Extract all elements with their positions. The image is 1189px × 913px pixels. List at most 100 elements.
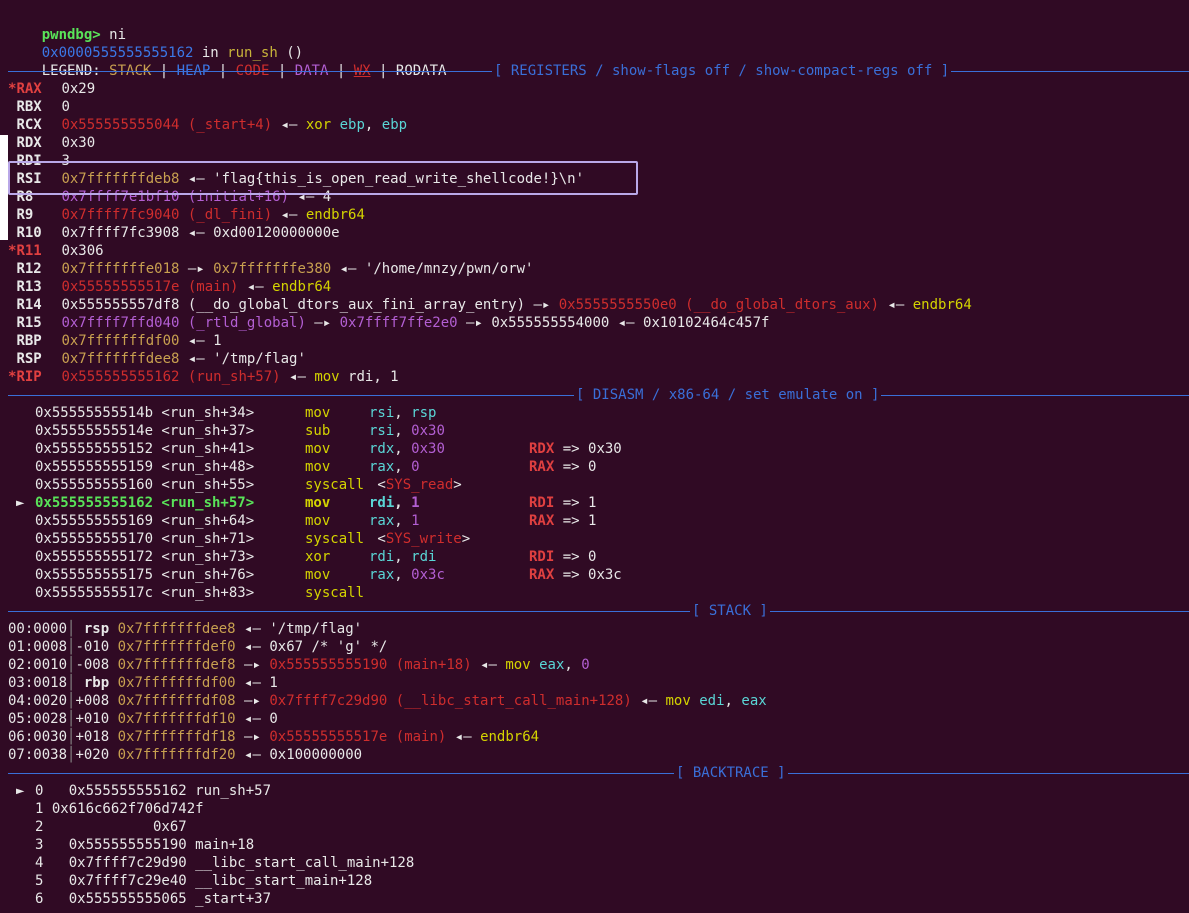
register-value: 0x306 <box>61 243 104 259</box>
register-value: ◂— '/home/mnzy/pwn/orw' <box>331 261 534 277</box>
disasm-opcode: syscall <box>305 585 365 601</box>
disasm-operand: 0x30 <box>411 441 445 457</box>
stack-value: 0x7fffffffdf18 <box>117 729 236 745</box>
disasm-opcode: mov <box>305 459 331 475</box>
stack-offset: +018 <box>75 729 110 745</box>
stack-index: 04:0020 <box>8 693 68 709</box>
backtrace-frame: 2 0x67 <box>16 818 187 836</box>
backtrace-frame: 3 0x555555555190 main+18 <box>16 836 254 854</box>
register-value: ebp <box>381 117 408 133</box>
register-value: 0x30 <box>61 135 96 151</box>
register-value: 0x7ffff7fc3908 ◂— 0xd00120000000e <box>61 225 340 241</box>
register-value: rdi, 1 <box>339 369 399 385</box>
registers-title: [ REGISTERS / show-flags off / show-comp… <box>492 62 952 80</box>
stack-offset: -008 <box>75 657 110 673</box>
disasm-header: [ DISASM / x86-64 / set emulate on ] <box>0 386 1189 404</box>
register-row: RSP 0x7fffffffdee8 ◂— '/tmp/flag' <box>8 350 305 368</box>
register-value: 0x7fffffffe380 <box>213 261 332 277</box>
registers-header: [ REGISTERS / show-flags off / show-comp… <box>0 62 1189 80</box>
disasm-address: 0x555555555159 <run_sh+48> <box>35 459 255 475</box>
stack-offset: -010 <box>75 639 110 655</box>
disasm-opcode: syscall <box>305 477 365 493</box>
disasm-operands: rax, 0 <box>369 458 529 476</box>
register-value: endbr64 <box>272 279 332 295</box>
stack-index: 00:0000 <box>8 621 68 637</box>
register-value: 0x555555555044 (_start+4) <box>61 117 273 133</box>
stack-value <box>691 693 699 709</box>
location-line: 0x0000555555555162 in run_sh () <box>8 26 303 61</box>
disasm-row: 0x555555555175 <run_sh+76> mov rax, 0x3c RA… <box>16 566 622 584</box>
stack-row: 03:0018│ rbp 0x7fffffffdf00 ◂— 1 <box>8 674 278 692</box>
backtrace-frame: 6 0x555555555065 _start+37 <box>16 890 271 908</box>
register-value: , <box>364 117 382 133</box>
stack-row: 00:0000│ rsp 0x7fffffffdee8 ◂— '/tmp/fla… <box>8 620 362 638</box>
disasm-operands: rdi, rdi <box>369 548 529 566</box>
current-instruction-marker <box>16 584 35 602</box>
disasm-opcode: syscall <box>305 531 365 547</box>
disasm-row-current: ► 0x555555555162 <run_sh+57> mov rdi, 1 RDI … <box>16 494 596 512</box>
stack-gap <box>109 657 117 673</box>
stack-value: , <box>564 657 582 673</box>
register-value: 0x555555555162 (run_sh+57) <box>61 369 281 385</box>
prompt-line: pwndbg> ni <box>8 8 126 43</box>
disasm-operands: rsi, rsp <box>369 404 529 422</box>
stack-value: ◂— 0 <box>235 711 278 727</box>
register-changed-mark: * <box>8 369 17 385</box>
disasm-operand: rax <box>369 459 395 475</box>
current-instruction-marker <box>16 422 35 440</box>
register-value: ebp <box>339 117 365 133</box>
register-value: 0x555555557df8 (__do_global_dtors_aux_fi… <box>61 297 559 313</box>
stack-index: 03:0018 <box>8 675 68 691</box>
disasm-opcode: mov <box>305 567 331 583</box>
register-value: 0x7fffffffdf00 <box>61 333 180 349</box>
disasm-operand: , <box>394 405 412 421</box>
stack-value: mov <box>505 657 531 673</box>
register-row: RBP 0x7fffffffdf00 ◂— 1 <box>8 332 221 350</box>
disasm-operand: 0x30 <box>411 423 445 439</box>
stack-value: ◂— 1 <box>235 675 278 691</box>
disasm-operands: rdx, 0x30 <box>369 440 529 458</box>
register-value: —▸ 0x555555554000 ◂— 0x10102464c457f <box>457 315 770 331</box>
stack-gap <box>109 675 117 691</box>
disasm-opcode: mov <box>305 405 331 421</box>
stack-value: 0 <box>581 657 590 673</box>
register-changed-mark <box>8 207 16 223</box>
register-value: endbr64 <box>912 297 972 313</box>
stack-gap <box>109 729 117 745</box>
stack-value: 0x7fffffffdf10 <box>117 711 236 727</box>
register-value: 0x7ffff7fc9040 (_dl_fini) <box>61 207 273 223</box>
current-frame-marker <box>16 800 35 818</box>
register-value: endbr64 <box>305 207 365 223</box>
disasm-operand: rax <box>369 513 395 529</box>
stack-value: 0x7fffffffdee8 <box>117 621 236 637</box>
register-name: RIP <box>16 369 42 385</box>
disasm-opcode: mov <box>305 513 331 529</box>
register-changed-mark: * <box>8 243 17 259</box>
current-frame-marker: ► <box>16 783 25 799</box>
disasm-row: 0x555555555159 <run_sh+48> mov rax, 0 RAX =… <box>16 458 596 476</box>
register-value: 0x29 <box>61 81 96 97</box>
backtrace-frame: ► 0 0x555555555162 run_sh+57 <box>16 782 271 800</box>
register-row: R14 0x555555557df8 (__do_global_dtors_aux… <box>8 296 972 314</box>
disasm-operand: rdi <box>411 549 437 565</box>
register-value: ◂— <box>280 369 315 385</box>
disasm-operand: < <box>369 531 386 547</box>
disasm-operands: <SYS_read> <box>369 476 529 494</box>
terminal-window[interactable]: pwndbg> ni 0x0000555555555162 in run_sh … <box>0 0 1189 913</box>
backtrace-frame: 4 0x7ffff7c29d90 __libc_start_call_main+… <box>16 854 414 872</box>
register-value: 0x55555555517e (main) <box>61 279 239 295</box>
register-value: —▸ <box>305 315 340 331</box>
disasm-opcode: mov <box>305 441 331 457</box>
disasm-address: 0x555555555152 <run_sh+41> <box>35 441 255 457</box>
register-value: xor <box>305 117 332 133</box>
current-instruction-marker <box>16 530 35 548</box>
register-name: RDX <box>16 135 42 151</box>
disasm-address: 0x55555555514e <run_sh+37> <box>35 423 255 439</box>
stack-row: 06:0030│+018 0x7fffffffdf18 —▸ 0x5555555… <box>8 728 539 746</box>
current-instruction-marker <box>16 566 35 584</box>
current-instruction-marker: ► <box>16 495 25 511</box>
stack-value: eax <box>539 657 565 673</box>
disasm-title: [ DISASM / x86-64 / set emulate on ] <box>574 386 882 404</box>
disasm-address: 0x555555555172 <run_sh+73> <box>35 549 255 565</box>
stack-value: ◂— <box>471 657 506 673</box>
